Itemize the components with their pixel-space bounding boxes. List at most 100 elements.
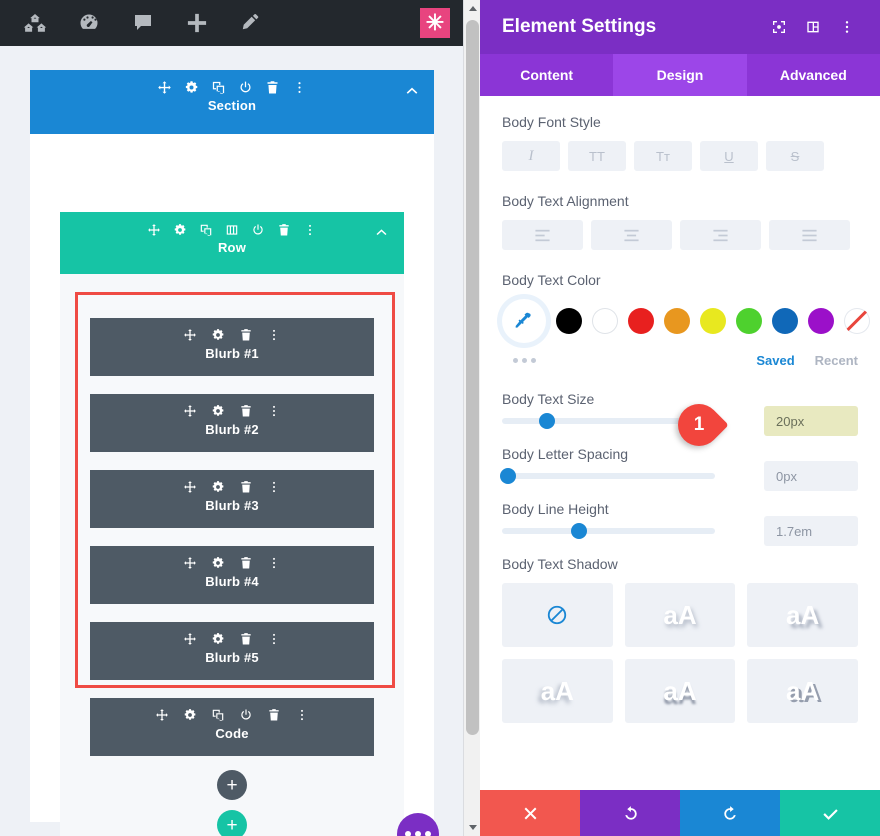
site-home-icon[interactable] (8, 0, 62, 46)
align-right-icon[interactable] (680, 220, 761, 250)
no-shadow-option[interactable] (502, 583, 613, 647)
more-vertical-icon[interactable] (295, 708, 309, 722)
move-icon[interactable] (183, 556, 197, 570)
move-icon[interactable] (183, 328, 197, 342)
gear-icon[interactable] (173, 223, 187, 237)
shadow-option-5[interactable]: aA (747, 659, 858, 723)
more-vertical-icon[interactable] (267, 328, 281, 342)
swatch-black[interactable] (556, 308, 582, 334)
add-row-button[interactable]: + (217, 810, 247, 836)
scroll-up-arrow-icon[interactable] (464, 0, 481, 17)
swatch-red[interactable] (628, 308, 654, 334)
letter-spacing-value-input[interactable]: 0px (764, 461, 858, 491)
trash-icon[interactable] (239, 480, 253, 494)
shadow-option-3[interactable]: aA (502, 659, 613, 723)
module-blurb-5[interactable]: Blurb #5 (90, 622, 374, 680)
divi-logo-badge[interactable]: ✳ (420, 8, 450, 38)
strikethrough-button[interactable]: S (766, 141, 824, 171)
align-justify-icon[interactable] (769, 220, 850, 250)
more-vertical-icon[interactable] (267, 556, 281, 570)
move-icon[interactable] (183, 480, 197, 494)
more-vertical-icon[interactable] (267, 632, 281, 646)
gear-icon[interactable] (211, 632, 225, 646)
power-icon[interactable] (238, 80, 253, 95)
uppercase-button[interactable]: TT (568, 141, 626, 171)
section-collapse-chevron-up-icon[interactable] (404, 82, 420, 98)
swatch-orange[interactable] (664, 308, 690, 334)
tab-design[interactable]: Design (613, 54, 747, 96)
shadow-option-2[interactable]: aA (747, 583, 858, 647)
more-vertical-icon[interactable] (267, 404, 281, 418)
redo-button[interactable] (680, 790, 780, 836)
comments-icon[interactable] (116, 0, 170, 46)
eyedropper-icon[interactable] (502, 299, 546, 343)
module-blurb-1[interactable]: Blurb #1 (90, 318, 374, 376)
more-vertical-icon[interactable] (303, 223, 317, 237)
gear-icon[interactable] (211, 404, 225, 418)
underline-button[interactable]: U (700, 141, 758, 171)
undo-button[interactable] (580, 790, 680, 836)
gear-icon[interactable] (211, 480, 225, 494)
gear-icon[interactable] (183, 708, 197, 722)
trash-icon[interactable] (277, 223, 291, 237)
scroll-down-arrow-icon[interactable] (464, 819, 481, 836)
row-block[interactable]: Row (60, 212, 404, 274)
trash-icon[interactable] (239, 328, 253, 342)
module-blurb-2[interactable]: Blurb #2 (90, 394, 374, 452)
gear-icon[interactable] (211, 556, 225, 570)
module-blurb-4[interactable]: Blurb #4 (90, 546, 374, 604)
italic-button[interactable]: I (502, 141, 560, 171)
swatch-blue[interactable] (772, 308, 798, 334)
move-icon[interactable] (157, 80, 172, 95)
gear-icon[interactable] (184, 80, 199, 95)
duplicate-icon[interactable] (211, 80, 226, 95)
trash-icon[interactable] (239, 556, 253, 570)
capitalize-button[interactable]: Tт (634, 141, 692, 171)
align-center-icon[interactable] (591, 220, 672, 250)
power-icon[interactable] (251, 223, 265, 237)
move-icon[interactable] (155, 708, 169, 722)
swatch-green[interactable] (736, 308, 762, 334)
letter-spacing-slider-track[interactable] (500, 468, 715, 484)
trash-icon[interactable] (239, 632, 253, 646)
swatch-yellow[interactable] (700, 308, 726, 334)
swatch-purple[interactable] (808, 308, 834, 334)
three-dots-icon[interactable] (513, 357, 536, 363)
add-module-button[interactable]: + (217, 770, 247, 800)
trash-icon[interactable] (265, 80, 280, 95)
move-icon[interactable] (183, 632, 197, 646)
edit-page-icon[interactable] (224, 0, 278, 46)
row-collapse-chevron-up-icon[interactable] (374, 224, 390, 240)
saved-colors-link[interactable]: Saved (756, 353, 794, 368)
trash-icon[interactable] (239, 404, 253, 418)
duplicate-icon[interactable] (211, 708, 225, 722)
cancel-button[interactable] (480, 790, 580, 836)
swatch-white[interactable] (592, 308, 618, 334)
layout-panel-icon[interactable] (796, 10, 830, 44)
section-block[interactable]: Section (30, 70, 434, 134)
columns-icon[interactable] (225, 223, 239, 237)
letter-spacing-slider-knob[interactable] (500, 468, 517, 484)
scrollbar-thumb[interactable] (466, 20, 479, 735)
tab-advanced[interactable]: Advanced (747, 54, 880, 96)
shadow-option-4[interactable]: aA (624, 659, 736, 723)
builder-vertical-scrollbar[interactable] (463, 0, 481, 836)
text-size-value-input[interactable]: 20px (764, 406, 858, 436)
move-icon[interactable] (147, 223, 161, 237)
gear-icon[interactable] (211, 328, 225, 342)
more-vertical-icon[interactable] (267, 480, 281, 494)
module-blurb-3[interactable]: Blurb #3 (90, 470, 374, 528)
line-height-slider-knob[interactable] (570, 523, 587, 539)
recent-colors-link[interactable]: Recent (815, 353, 858, 368)
shadow-option-1[interactable]: aA (624, 583, 736, 647)
more-vertical-icon[interactable] (830, 10, 864, 44)
module-code[interactable]: Code (90, 698, 374, 756)
align-left-icon[interactable] (502, 220, 583, 250)
line-height-value-input[interactable]: 1.7em (764, 516, 858, 546)
line-height-slider-track[interactable] (502, 523, 715, 539)
text-size-slider-knob[interactable] (538, 413, 555, 429)
more-vertical-icon[interactable] (292, 80, 307, 95)
power-icon[interactable] (239, 708, 253, 722)
save-button[interactable] (780, 790, 880, 836)
new-content-icon[interactable] (170, 0, 224, 46)
